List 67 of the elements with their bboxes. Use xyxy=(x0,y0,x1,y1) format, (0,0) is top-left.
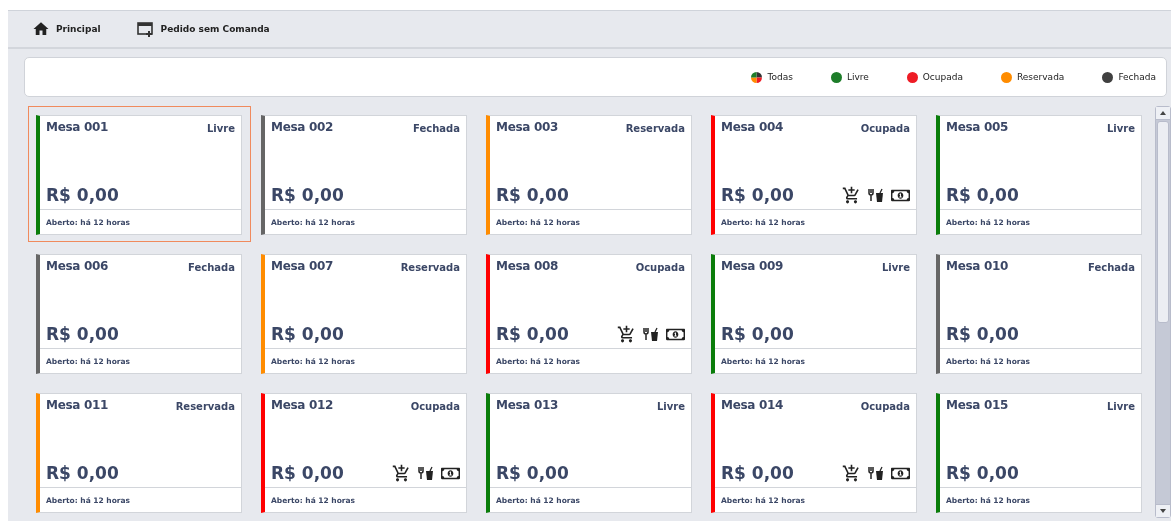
table-name: Mesa 009 xyxy=(721,259,784,273)
fork-and-cup-icon xyxy=(868,466,884,480)
status-filter[interactable]: Ocupada xyxy=(906,71,963,83)
cart-plus-icon[interactable] xyxy=(392,463,411,483)
table-total: R$ 0,00 xyxy=(721,185,794,205)
fork-and-cup-icon xyxy=(643,327,659,341)
table-name: Mesa 008 xyxy=(496,259,559,273)
table-name: Mesa 014 xyxy=(721,398,784,412)
table-total: R$ 0,00 xyxy=(271,463,344,483)
status-filter[interactable]: Livre xyxy=(830,71,869,83)
cart-plus-icon[interactable] xyxy=(842,185,861,205)
table-total: R$ 0,00 xyxy=(271,324,344,344)
table-total: R$ 0,00 xyxy=(946,185,1019,205)
table-name: Mesa 012 xyxy=(271,398,334,412)
table-status: Ocupada xyxy=(860,123,910,134)
table-name: Mesa 001 xyxy=(46,120,109,134)
table-total: R$ 0,00 xyxy=(496,463,569,483)
table-name: Mesa 002 xyxy=(271,120,334,134)
status-filter[interactable]: Fechada xyxy=(1102,71,1156,83)
fork-and-cup-icon xyxy=(868,188,884,202)
table-name: Mesa 011 xyxy=(46,398,109,412)
table-name: Mesa 005 xyxy=(946,120,1009,134)
table-status: Livre xyxy=(1106,123,1135,134)
table-total: R$ 0,00 xyxy=(46,185,119,205)
fork-and-cup-icon xyxy=(418,466,434,480)
table-total: R$ 0,00 xyxy=(46,324,119,344)
home-icon xyxy=(32,20,50,38)
calendar-plus-icon xyxy=(136,21,155,37)
scrollbar[interactable] xyxy=(1155,106,1171,518)
status-filter[interactable]: Todas xyxy=(751,71,793,83)
table-name: Mesa 007 xyxy=(271,259,334,273)
table-status: Reservada xyxy=(400,262,460,273)
down-arrow-icon[interactable] xyxy=(1160,509,1166,513)
table-status: Fechada xyxy=(1088,262,1135,273)
status-filter[interactable]: Reservada xyxy=(1001,71,1065,83)
home-button[interactable]: Principal xyxy=(32,20,101,38)
table-total: R$ 0,00 xyxy=(721,463,794,483)
table-status: Fechada xyxy=(188,262,235,273)
scroll-thumb[interactable] xyxy=(1157,121,1169,323)
table-status: Livre xyxy=(1106,401,1135,412)
table-status: Livre xyxy=(206,123,235,134)
table-name: Mesa 013 xyxy=(496,398,559,412)
table-status: Reservada xyxy=(625,123,685,134)
table-status: Livre xyxy=(881,262,910,273)
table-name: Mesa 015 xyxy=(946,398,1009,412)
table-status: Ocupada xyxy=(860,401,910,412)
pie-icon xyxy=(751,71,763,83)
up-arrow-icon[interactable] xyxy=(1160,111,1166,115)
cart-plus-icon[interactable] xyxy=(842,463,861,483)
table-status: Fechada xyxy=(413,123,460,134)
cart-plus-icon[interactable] xyxy=(617,324,636,344)
table-name: Mesa 006 xyxy=(46,259,109,273)
table-name: Mesa 010 xyxy=(946,259,1009,273)
table-name: Mesa 004 xyxy=(721,120,784,134)
table-status: Ocupada xyxy=(410,401,460,412)
table-name: Mesa 003 xyxy=(496,120,559,134)
table-total: R$ 0,00 xyxy=(496,185,569,205)
table-status: Ocupada xyxy=(635,262,685,273)
table-total: R$ 0,00 xyxy=(46,463,119,483)
table-status: Reservada xyxy=(175,401,235,412)
table-total: R$ 0,00 xyxy=(271,185,344,205)
order-button[interactable]: Pedido sem Comanda xyxy=(136,21,270,37)
table-total: R$ 0,00 xyxy=(946,324,1019,344)
table-total: R$ 0,00 xyxy=(946,463,1019,483)
table-total: R$ 0,00 xyxy=(496,324,569,344)
table-total: R$ 0,00 xyxy=(721,324,794,344)
table-status: Livre xyxy=(656,401,685,412)
